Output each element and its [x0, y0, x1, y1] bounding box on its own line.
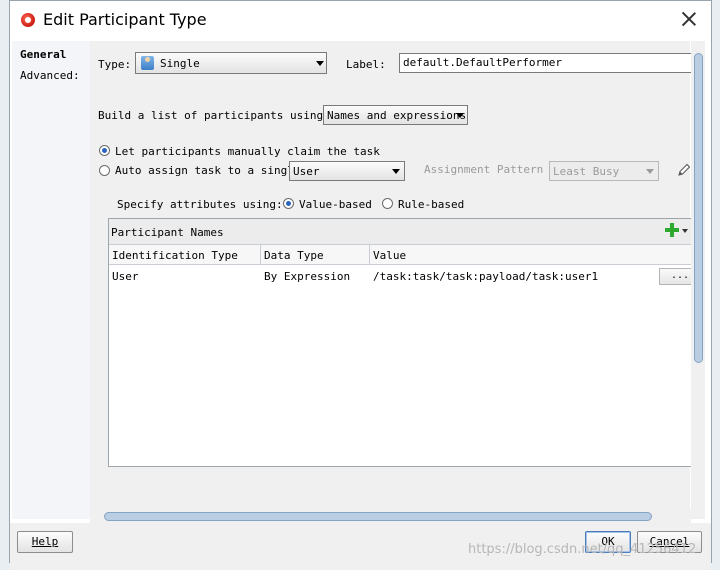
close-icon[interactable]	[679, 9, 699, 29]
auto-assign-label: Auto assign task to a single	[115, 164, 301, 177]
auto-assign-target-dropdown[interactable]: User	[289, 161, 405, 181]
panel-title: Participant Names	[111, 226, 224, 239]
type-label: Type:	[98, 58, 132, 71]
auto-assign-radio[interactable]	[99, 165, 110, 176]
help-button[interactable]: Help	[17, 531, 73, 553]
participant-names-panel: Participant Names Identification Type Da…	[108, 218, 704, 467]
value-based-radio[interactable]	[283, 198, 294, 209]
manual-claim-radio[interactable]	[99, 145, 110, 156]
dialog-title: Edit Participant Type	[43, 10, 207, 29]
title-bar: Edit Participant Type	[10, 1, 711, 39]
add-icon[interactable]	[665, 223, 679, 237]
assignment-pattern-label: Assignment Pattern :	[424, 163, 557, 176]
cell-data-type[interactable]: By Expression	[261, 267, 370, 287]
rule-based-label: Rule-based	[398, 198, 465, 211]
specify-attributes-label: Specify attributes using:	[117, 198, 283, 211]
column-header[interactable]: Value	[370, 245, 703, 265]
rule-based-radio[interactable]	[382, 198, 393, 209]
horizontal-scroll-thumb[interactable]	[104, 512, 652, 521]
watermark-text: https://blog.csdn.net/qq_41256412	[468, 542, 697, 557]
panel-header: Participant Names	[109, 219, 703, 245]
cell-value[interactable]: /task:task/task:payload/task:user1	[370, 267, 655, 287]
nav-item-advanced[interactable]: Advanced:	[20, 69, 80, 82]
chevron-down-icon	[316, 61, 324, 66]
assignment-pattern-dropdown[interactable]: Least Busy	[549, 161, 659, 181]
chevron-down-icon[interactable]	[682, 229, 688, 233]
chevron-down-icon	[392, 169, 400, 174]
edit-participant-dialog: Edit Participant Type General Advanced: …	[9, 0, 712, 564]
vertical-scrollbar[interactable]	[691, 41, 705, 519]
chevron-down-icon	[646, 169, 654, 174]
label-input[interactable]: default.DefaultPerformer	[399, 53, 703, 73]
auto-assign-target-value: User	[293, 165, 320, 178]
column-header[interactable]: Identification Type	[109, 245, 261, 265]
type-dropdown[interactable]: Single	[135, 52, 327, 74]
manual-claim-label: Let participants manually claim the task	[115, 145, 380, 158]
cell-identification-type[interactable]: User	[109, 267, 261, 287]
build-list-dropdown[interactable]: Names and expressions	[323, 105, 468, 125]
label-label: Label:	[346, 58, 386, 71]
app-logo-icon	[21, 13, 35, 27]
person-icon	[141, 56, 154, 70]
build-list-value: Names and expressions	[327, 109, 467, 122]
assignment-pattern-value: Least Busy	[553, 165, 620, 178]
type-value: Single	[160, 57, 200, 70]
column-header[interactable]: Data Type	[261, 245, 370, 265]
nav-item-general[interactable]: General	[20, 48, 66, 61]
vertical-scroll-thumb[interactable]	[694, 53, 703, 363]
side-navigation: General Advanced:	[12, 41, 91, 519]
horizontal-scrollbar[interactable]	[90, 509, 691, 523]
general-panel: Type: Single Label: default.DefaultPerfo…	[90, 41, 704, 511]
help-button-label: Help	[31, 535, 59, 548]
build-list-label: Build a list of participants using:	[98, 109, 330, 122]
value-based-label: Value-based	[299, 198, 372, 211]
pencil-icon[interactable]	[677, 163, 691, 177]
chevron-down-icon	[456, 113, 464, 118]
